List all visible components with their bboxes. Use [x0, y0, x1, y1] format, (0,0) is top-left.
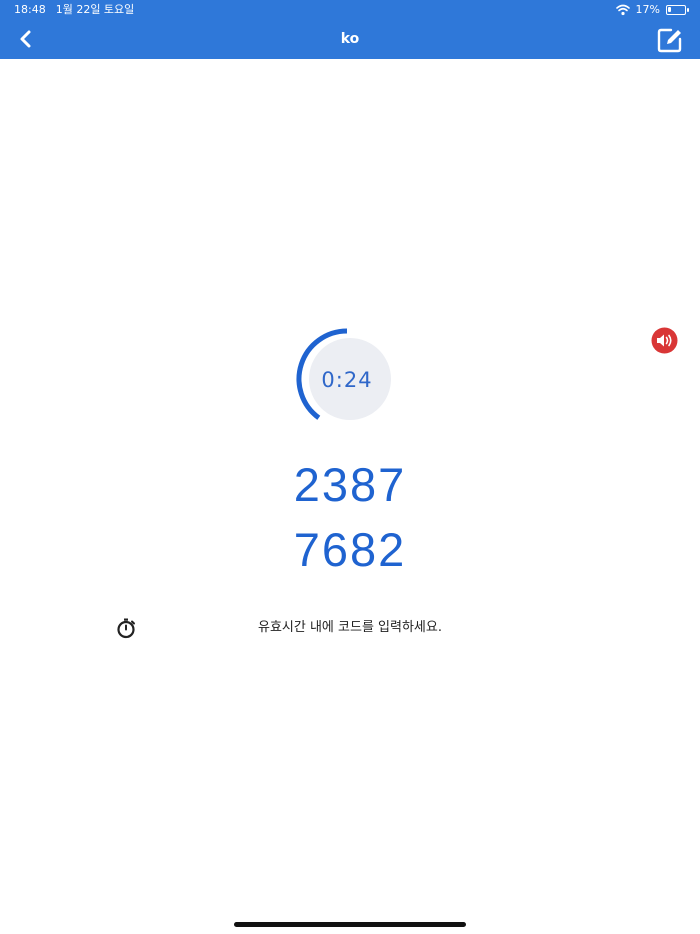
battery-percent: 17% — [635, 3, 660, 16]
battery-fill — [668, 7, 671, 12]
status-bar: 18:48 1월 22일 토요일 17% — [0, 0, 700, 20]
edit-icon — [657, 28, 682, 53]
status-left: 18:48 1월 22일 토요일 — [14, 0, 134, 20]
top-bar: 18:48 1월 22일 토요일 17% ko — [0, 0, 700, 59]
battery-icon — [666, 5, 689, 15]
countdown-timer: 0:24 — [295, 327, 399, 431]
wifi-icon — [615, 3, 630, 17]
sound-button[interactable] — [651, 327, 678, 354]
status-right: 17% — [615, 0, 689, 20]
status-date: 1월 22일 토요일 — [55, 3, 135, 16]
instruction-text: 유효시간 내에 코드를 입력하세요. — [258, 620, 442, 635]
edit-button[interactable] — [656, 26, 684, 54]
code-line-2: 7682 — [293, 523, 407, 576]
home-indicator[interactable] — [234, 922, 466, 927]
page-title: ko — [340, 31, 360, 47]
speaker-icon — [651, 327, 678, 354]
status-time: 18:48 — [14, 3, 46, 16]
code-line-1: 2387 — [293, 458, 407, 511]
timer-remaining: 0:24 — [321, 368, 373, 392]
